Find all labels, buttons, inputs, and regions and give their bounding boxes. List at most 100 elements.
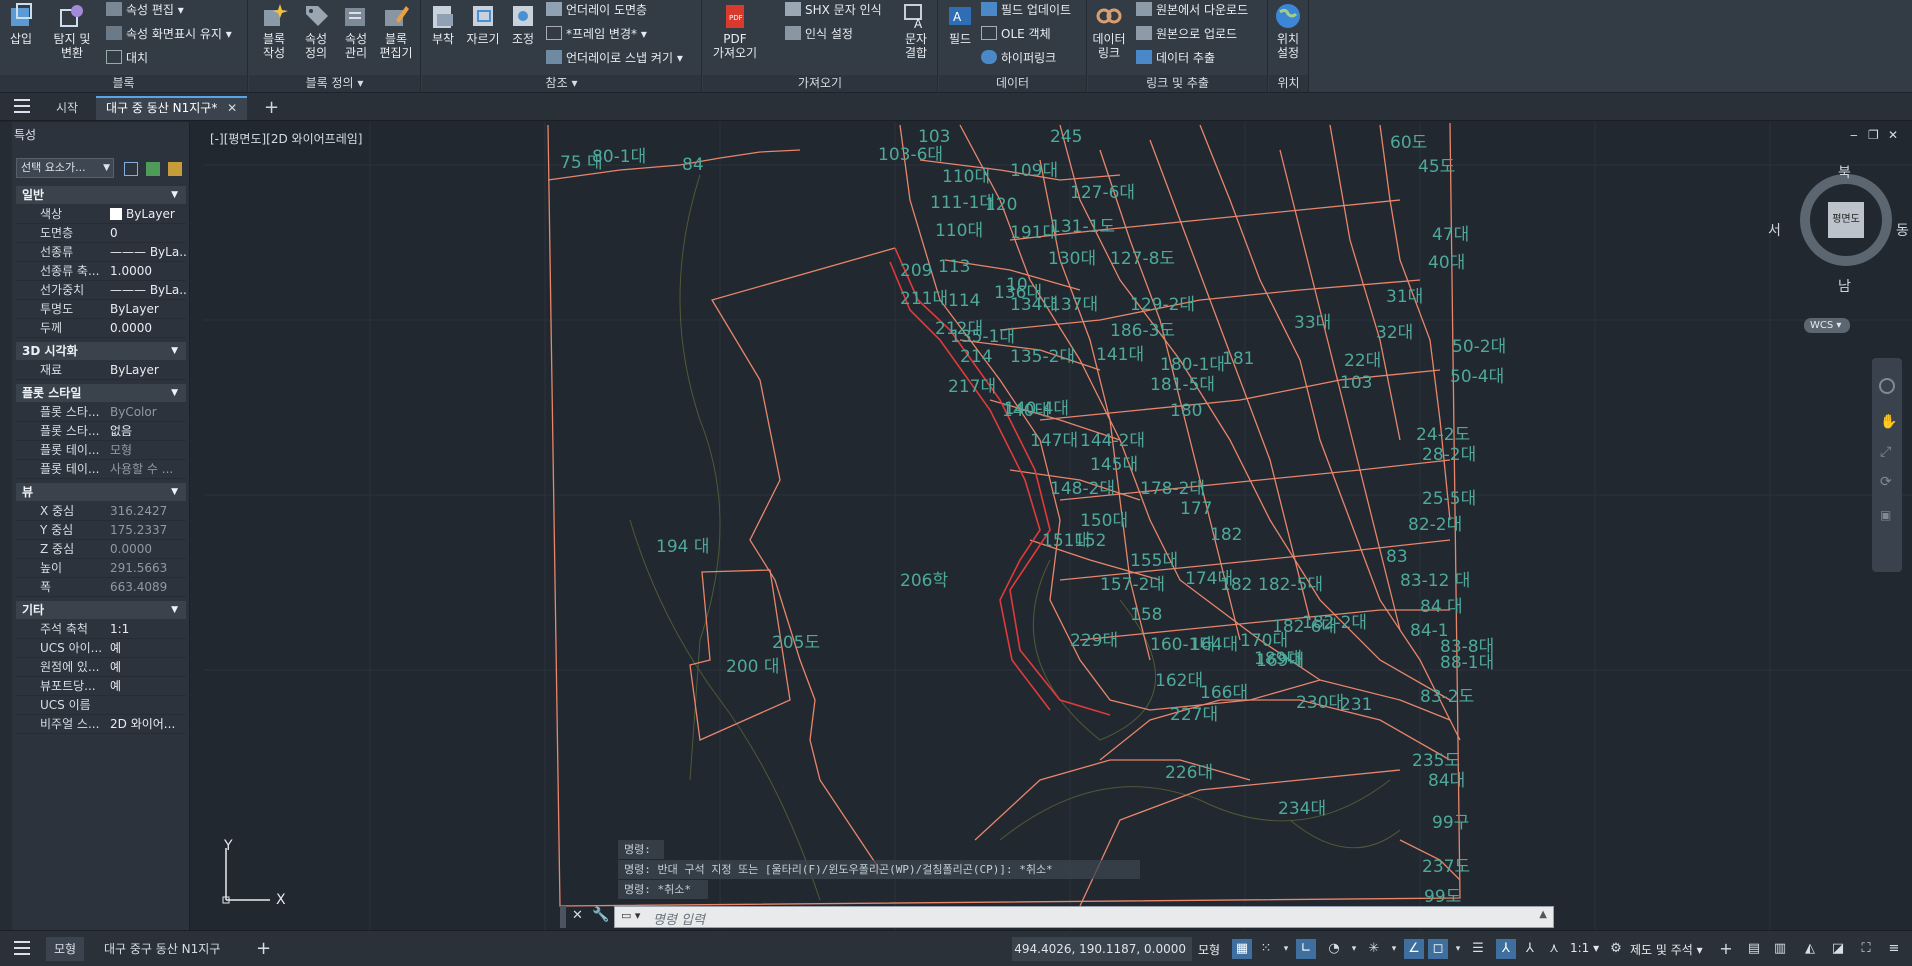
download-source-button[interactable]: 원본에서 다운로드 <box>1136 0 1248 20</box>
prop-row[interactable]: 플롯 스타... ByColor <box>16 403 186 422</box>
snap-mode-icon[interactable]: ⁙ <box>1256 939 1276 959</box>
field-update-button[interactable]: 필드 업데이트 <box>981 0 1071 20</box>
palette-grip[interactable] <box>0 122 12 930</box>
lineweight-icon[interactable]: ☰ <box>1468 939 1488 959</box>
isodraft-icon[interactable]: ✳ <box>1364 939 1384 959</box>
command-close-icon[interactable]: ✕ <box>572 908 583 923</box>
prop-row[interactable]: 투명도 ByLayer <box>16 300 186 319</box>
isodraft-dropdown-icon[interactable]: ▾ <box>1384 939 1404 959</box>
hyperlink-button[interactable]: 하이퍼링크 <box>981 48 1056 68</box>
object-snap-icon[interactable]: ◻ <box>1428 939 1448 959</box>
adjust-button[interactable]: 조정 <box>504 2 542 46</box>
viewcube[interactable]: 평면도 <box>1800 174 1892 266</box>
command-line-bar[interactable]: ▭ ▾ 명령 입력 ▲ <box>614 906 1554 928</box>
prop-row[interactable]: UCS 아이... 예 <box>16 639 186 658</box>
add-plus-icon[interactable]: + <box>1716 939 1736 959</box>
steering-wheel-icon[interactable] <box>1879 378 1895 394</box>
section-misc[interactable]: 기타 ▼ <box>16 601 186 619</box>
block-create-button[interactable]: 블록 작성 <box>255 2 293 60</box>
annotation-visibility-icon[interactable]: ⅄ <box>1496 939 1516 959</box>
annotation-scale-icon[interactable]: ⋏ <box>1544 939 1564 959</box>
data-link-button[interactable]: 데이터 링크 <box>1090 2 1128 60</box>
tab-layout[interactable]: 대구 중구 동산 N1지구 <box>96 937 228 961</box>
snap-dropdown-icon[interactable]: ▾ <box>1276 939 1296 959</box>
text-combine-button[interactable]: A 문자 결합 <box>897 2 935 60</box>
select-objects-icon[interactable] <box>146 162 160 176</box>
data-extract-button[interactable]: 데이터 추출 <box>1136 48 1215 68</box>
quick-properties-icon[interactable]: ▥ <box>1770 939 1790 959</box>
close-tab-icon[interactable]: ✕ <box>227 101 237 115</box>
selection-dropdown[interactable]: 선택 요소가... ▼ <box>16 158 114 178</box>
prop-row[interactable]: 선종류 ——— ByLa... <box>16 243 186 262</box>
zoom-extents-icon[interactable]: ⤢ <box>1880 444 1891 460</box>
prop-row[interactable]: Y 중심 175.2337 <box>16 521 186 540</box>
command-history-toggle-icon[interactable]: ▲ <box>1539 909 1547 920</box>
location-settings-button[interactable]: 위치 설정 <box>1269 2 1307 60</box>
auto-scale-icon[interactable]: ⅄ <box>1520 939 1540 959</box>
workspace-dropdown[interactable]: 제도 및 주석 ▾ <box>1630 941 1703 958</box>
prop-row[interactable]: 플롯 테이... 모형 <box>16 441 186 460</box>
workspace-gear-icon[interactable]: ⚙ <box>1606 939 1626 959</box>
prop-row[interactable]: 선가중치 ——— ByLa... <box>16 281 186 300</box>
shx-recognize-button[interactable]: SHX 문자 인식 <box>785 0 882 20</box>
viewcube-north[interactable]: 북 <box>1838 162 1851 182</box>
viewcube-west[interactable]: 서 <box>1768 220 1781 240</box>
annotation-scale-dropdown[interactable]: 1:1 ▾ <box>1570 941 1599 955</box>
graphics-performance-icon[interactable]: ◪ <box>1828 939 1848 959</box>
quick-select-icon[interactable] <box>168 162 182 176</box>
prop-row[interactable]: 도면층 0 <box>16 224 186 243</box>
prop-row[interactable]: 높이 291.5663 <box>16 559 186 578</box>
prop-row[interactable]: 폭 663.4089 <box>16 578 186 597</box>
insert-button[interactable]: 삽입 <box>2 2 40 46</box>
attr-edit-button[interactable]: 속성 편집 ▾ <box>106 0 184 20</box>
prop-row[interactable]: 비주얼 스... 2D 와이어... <box>16 715 186 734</box>
grid-toggle-icon[interactable]: ▦ <box>1232 939 1252 959</box>
isolate-objects-icon[interactable]: ◭ <box>1800 939 1820 959</box>
recognize-settings-button[interactable]: 인식 설정 <box>785 24 853 44</box>
clean-screen-icon[interactable]: ⛶ <box>1856 939 1876 959</box>
tab-drawing[interactable]: 대구 중 동산 N1지구* ✕ <box>96 96 248 120</box>
viewcube-south[interactable]: 남 <box>1838 276 1851 296</box>
prop-row[interactable]: 원점에 있... 예 <box>16 658 186 677</box>
command-input[interactable]: 명령 입력 <box>653 909 705 928</box>
upload-source-button[interactable]: 원본으로 업로드 <box>1136 24 1237 44</box>
ole-object-button[interactable]: OLE 객체 <box>981 24 1051 44</box>
drawing-canvas[interactable]: 75 대 80-1대 84 103 103-6대 245 110대 109대 127-6대 110… <box>204 122 1912 930</box>
units-icon[interactable]: ▤ <box>1744 939 1764 959</box>
prop-row[interactable]: 플롯 스타... 없음 <box>16 422 186 441</box>
app-menu-icon[interactable] <box>14 99 30 113</box>
prop-row[interactable]: 뷰포트당... 예 <box>16 677 186 696</box>
attr-display-button[interactable]: 속성 화면표시 유지 ▾ <box>106 24 232 44</box>
section-general[interactable]: 일반 ▼ <box>16 186 186 204</box>
new-layout-button[interactable]: + <box>248 937 279 961</box>
attach-button[interactable]: 부착 <box>424 2 462 46</box>
frame-change-button[interactable]: *프레임 변경* ▾ <box>546 24 647 44</box>
detach-change-button[interactable]: 탐지 및 변환 <box>50 2 94 60</box>
command-prompt-icon[interactable]: ▭ ▾ <box>621 909 640 922</box>
model-space-button[interactable]: 모형 <box>1198 941 1220 958</box>
pan-icon[interactable]: ✋ <box>1880 414 1897 430</box>
prop-row[interactable]: UCS 이름 <box>16 696 186 715</box>
viewcube-east[interactable]: 동 <box>1896 220 1909 240</box>
clip-button[interactable]: 자르기 <box>464 2 502 46</box>
layout-menu-icon[interactable] <box>14 941 30 955</box>
viewport-minimize-icon[interactable]: ‒ <box>1850 128 1858 142</box>
replace-button[interactable]: 대치 <box>106 48 148 68</box>
drawing-svg[interactable]: 75 대80-1대 84103103-6대245110대 109대127-6대110… <box>204 122 1912 930</box>
section-plot-style[interactable]: 플롯 스타일 ▼ <box>16 384 186 402</box>
object-snap-tracking-icon[interactable]: ∠ <box>1404 939 1424 959</box>
customization-menu-icon[interactable]: ≡ <box>1884 939 1904 959</box>
polar-tracking-icon[interactable]: ◔ <box>1324 939 1344 959</box>
underlay-layers-button[interactable]: 언더레이 도면층 <box>546 0 647 20</box>
coordinates-readout[interactable]: 494.4026, 190.1187, 0.0000 <box>1012 937 1192 961</box>
attr-define-button[interactable]: 속성 정의 <box>297 2 335 60</box>
tab-model[interactable]: 모형 <box>46 937 85 961</box>
polar-dropdown-icon[interactable]: ▾ <box>1344 939 1364 959</box>
prop-row[interactable]: 선종류 축... 1.0000 <box>16 262 186 281</box>
command-customize-icon[interactable]: 🔧 <box>592 907 609 923</box>
viewport-controls-label[interactable]: [-][평면도][2D 와이어프레임] <box>210 130 362 147</box>
prop-row[interactable]: 주석 축척 1:1 <box>16 620 186 639</box>
viewport-restore-icon[interactable]: ❐ <box>1868 128 1879 142</box>
block-editor-button[interactable]: 블록 편집기 <box>377 2 415 60</box>
osnap-dropdown-icon[interactable]: ▾ <box>1448 939 1468 959</box>
